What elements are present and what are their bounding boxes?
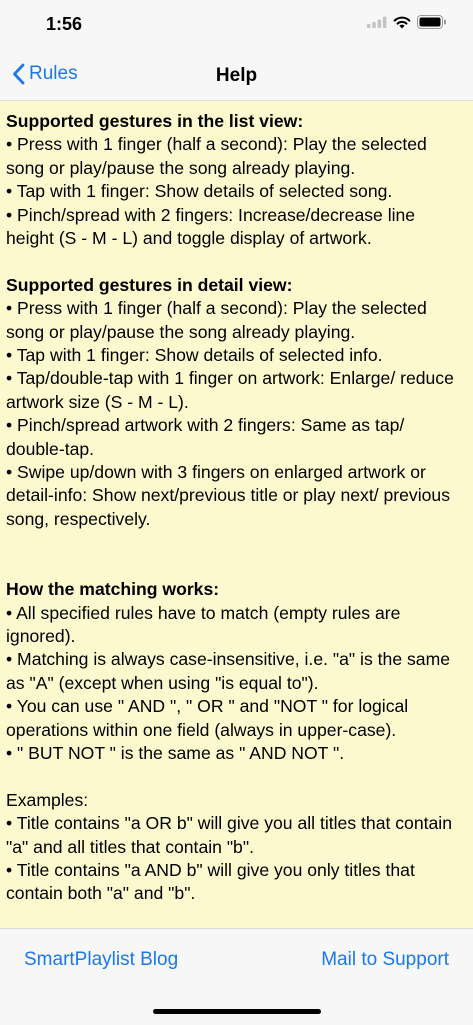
list-item: • Pinch/spread with 2 fingers: Increase/…: [6, 204, 416, 249]
blog-link[interactable]: SmartPlaylist Blog: [24, 949, 178, 971]
status-time: 1:56: [46, 14, 83, 34]
battery-icon: [417, 15, 446, 29]
signal-icon: [367, 16, 387, 28]
mail-support-link[interactable]: Mail to Support: [321, 949, 449, 971]
list-item: • Tap/double-tap with 1 finger on artwor…: [6, 368, 454, 412]
list-item: • Press with 1 finger (half a second): P…: [6, 134, 427, 178]
list-item: • You can use " AND ", " OR " and "NOT "…: [6, 696, 409, 740]
home-indicator[interactable]: [153, 1009, 321, 1014]
list-item: • Matching is always case-insensitive, i…: [6, 649, 451, 693]
help-content[interactable]: Supported gestures in the list view: • P…: [0, 101, 473, 928]
navigation-bar: Rules Help: [0, 54, 473, 101]
list-item: • Swipe up/down with 3 fingers on enlarg…: [6, 462, 450, 529]
status-icons: [367, 15, 447, 29]
detail-view-title: Supported gestures in detail view:: [6, 274, 293, 295]
list-item: • Pinch/spread artwork with 2 fingers: S…: [6, 415, 405, 459]
list-item: • All specified rules have to match (emp…: [6, 602, 401, 646]
status-bar: 1:56: [0, 0, 473, 54]
help-text: Supported gestures in the list view: • P…: [0, 101, 473, 906]
list-item: • Title contains "a OR b" will give you …: [6, 813, 452, 857]
list-item: • Title contains "a AND b" will give you…: [6, 859, 415, 904]
wifi-icon: [393, 16, 411, 28]
list-item: • Press with 1 finger (half a second): P…: [6, 298, 427, 342]
page-title: Help: [215, 65, 258, 86]
examples-title: Examples:: [6, 789, 89, 810]
list-item: • Tap with 1 finger: Show details of sel…: [6, 345, 383, 366]
list-item: • " BUT NOT " is the same as " AND NOT "…: [6, 742, 345, 763]
matching-title: How the matching works:: [6, 579, 220, 600]
list-item: • Tap with 1 finger: Show details of sel…: [6, 181, 393, 202]
list-view-title: Supported gestures in the list view:: [6, 111, 304, 131]
